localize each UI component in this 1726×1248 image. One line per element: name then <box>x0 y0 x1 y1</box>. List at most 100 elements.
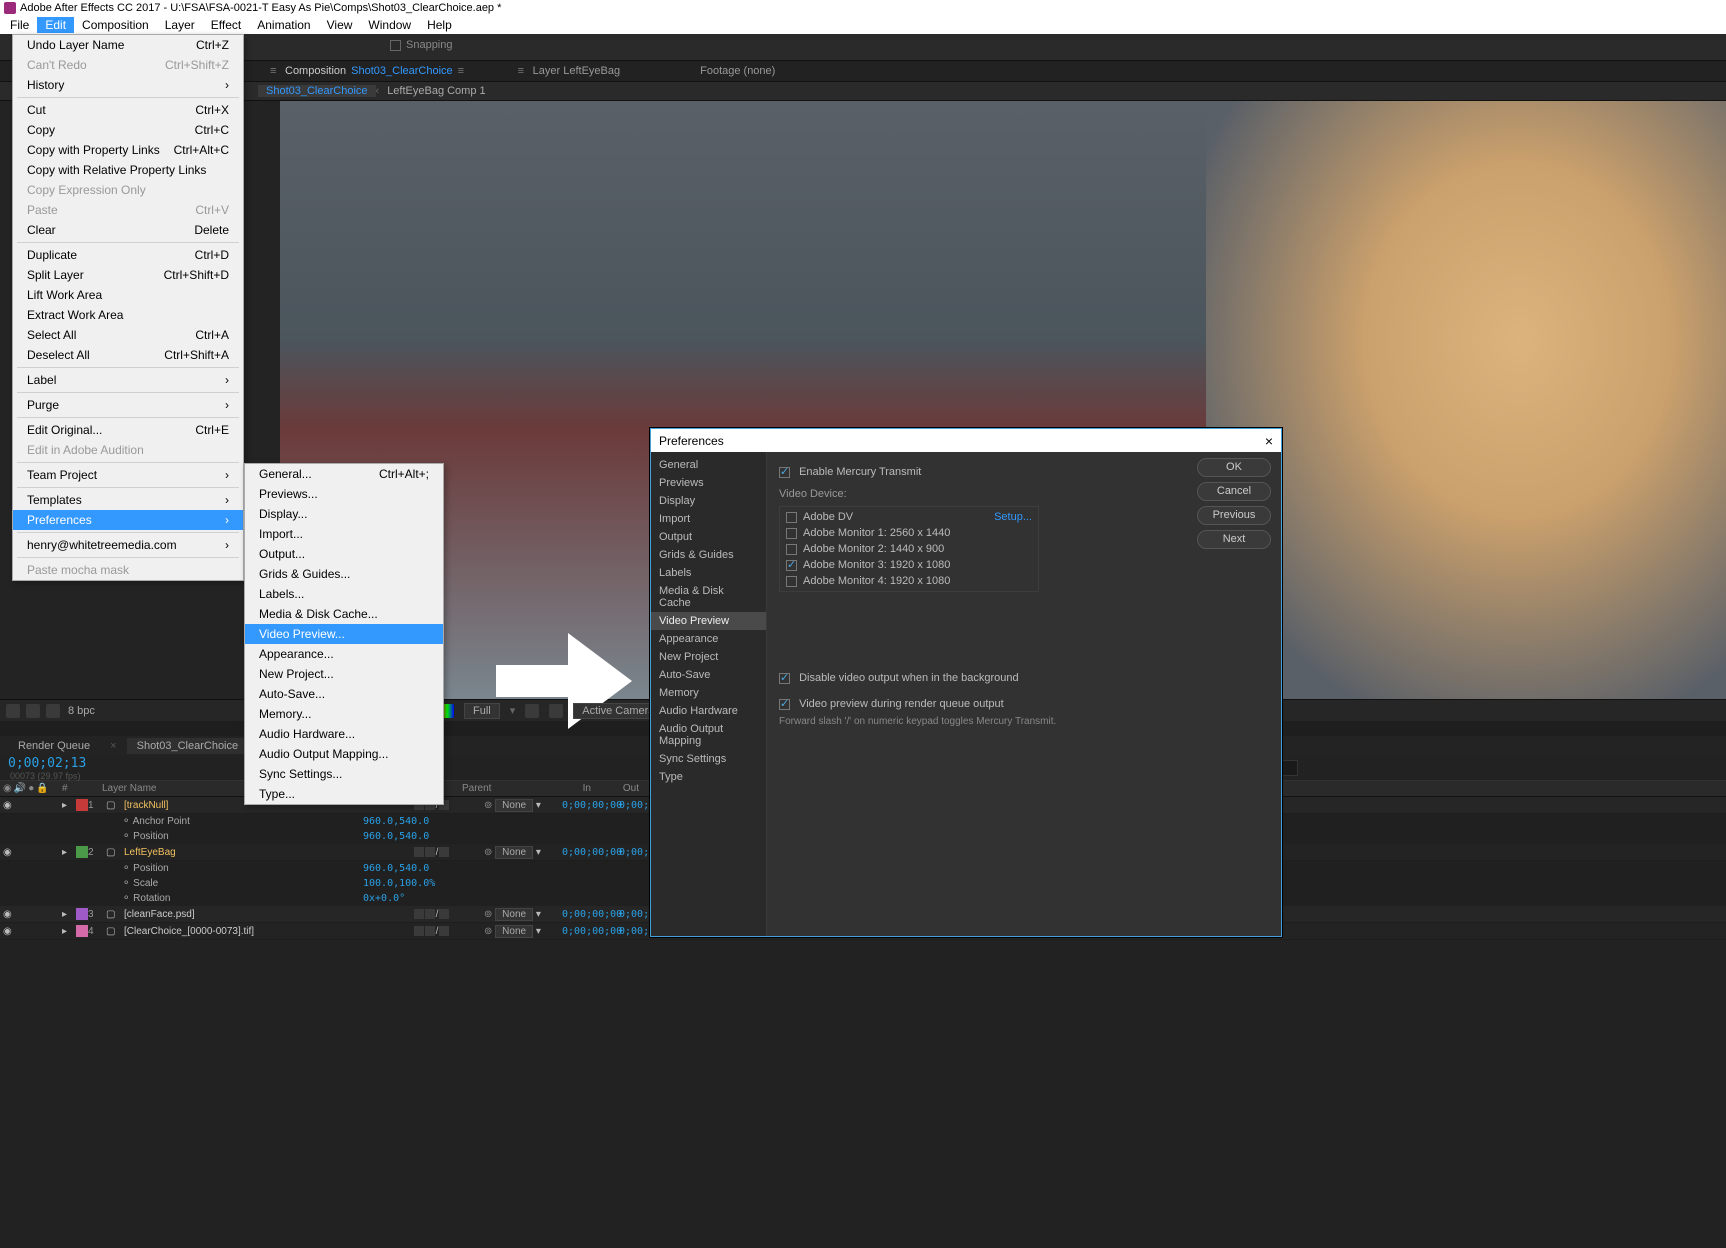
edit-menu-item[interactable]: Undo Layer NameCtrl+Z <box>13 35 243 55</box>
crumb-2[interactable]: LeftEyeBag Comp 1 <box>379 85 493 97</box>
label-swatch[interactable] <box>76 925 88 937</box>
prefs-nav-item[interactable]: Video Preview <box>651 612 766 630</box>
edit-menu-item[interactable]: History <box>13 75 243 95</box>
pref-submenu-item[interactable]: Audio Output Mapping... <box>245 744 443 764</box>
edit-menu-item[interactable]: Purge <box>13 395 243 415</box>
menu-effect[interactable]: Effect <box>203 17 249 33</box>
pref-submenu-item[interactable]: New Project... <box>245 664 443 684</box>
disable-bg-checkbox[interactable] <box>779 673 790 684</box>
prefs-nav-item[interactable]: New Project <box>651 648 766 666</box>
label-swatch[interactable] <box>76 846 88 858</box>
menu-file[interactable]: File <box>2 17 37 33</box>
edit-menu-item[interactable]: Deselect AllCtrl+Shift+A <box>13 345 243 365</box>
prefs-nav-item[interactable]: Grids & Guides <box>651 546 766 564</box>
setup-link[interactable]: Setup... <box>994 511 1032 523</box>
pref-submenu-item[interactable]: Display... <box>245 504 443 524</box>
bpc-label[interactable]: 8 bpc <box>68 705 95 717</box>
grid-icon[interactable] <box>525 704 539 718</box>
hdr-out[interactable]: Out <box>597 783 645 794</box>
edit-menu-item[interactable]: Lift Work Area <box>13 285 243 305</box>
comp-tab-name[interactable]: Shot03_ClearChoice <box>351 65 453 77</box>
prefs-nav-item[interactable]: Previews <box>651 474 766 492</box>
crumb-1[interactable]: Shot03_ClearChoice <box>258 85 376 97</box>
device-row[interactable]: Adobe Monitor 1: 2560 x 1440 <box>782 525 1036 541</box>
menu-composition[interactable]: Composition <box>74 17 157 33</box>
pref-submenu-item[interactable]: Labels... <box>245 584 443 604</box>
label-swatch[interactable] <box>76 799 88 811</box>
prefs-nav-item[interactable]: Output <box>651 528 766 546</box>
next-button[interactable]: Next <box>1197 530 1271 549</box>
device-checkbox[interactable] <box>786 576 797 587</box>
edit-menu-item[interactable]: Select AllCtrl+A <box>13 325 243 345</box>
prefs-nav-item[interactable]: Labels <box>651 564 766 582</box>
edit-menu-item[interactable]: Templates <box>13 490 243 510</box>
pref-submenu-item[interactable]: Sync Settings... <box>245 764 443 784</box>
pref-submenu-item[interactable]: Import... <box>245 524 443 544</box>
edit-menu-item[interactable]: Split LayerCtrl+Shift+D <box>13 265 243 285</box>
prefs-nav-item[interactable]: Auto-Save <box>651 666 766 684</box>
edit-menu-item[interactable]: Copy with Relative Property Links <box>13 160 243 180</box>
label-swatch[interactable] <box>76 908 88 920</box>
pref-submenu-item[interactable]: Memory... <box>245 704 443 724</box>
mask-icon[interactable] <box>549 704 563 718</box>
edit-menu-item[interactable]: DuplicateCtrl+D <box>13 245 243 265</box>
device-checkbox[interactable] <box>786 544 797 555</box>
previous-button[interactable]: Previous <box>1197 506 1271 525</box>
parent-select[interactable]: None <box>495 799 533 812</box>
edit-menu-item[interactable]: CopyCtrl+C <box>13 120 243 140</box>
device-row[interactable]: Adobe Monitor 4: 1920 x 1080 <box>782 573 1036 589</box>
visibility-toggle[interactable]: ◉ <box>3 909 12 920</box>
pref-submenu-item[interactable]: Previews... <box>245 484 443 504</box>
pref-submenu-item[interactable]: Auto-Save... <box>245 684 443 704</box>
pref-submenu-item[interactable]: Type... <box>245 784 443 804</box>
pref-submenu-item[interactable]: Video Preview... <box>245 624 443 644</box>
prefs-close-button[interactable]: × <box>1265 433 1273 449</box>
prefs-nav-item[interactable]: Audio Output Mapping <box>651 720 766 750</box>
timecode[interactable]: 0;00;02;13 <box>8 756 86 771</box>
device-row[interactable]: Adobe Monitor 3: 1920 x 1080 <box>782 557 1036 573</box>
edit-menu-item[interactable]: CutCtrl+X <box>13 100 243 120</box>
edit-menu-item[interactable]: Team Project <box>13 465 243 485</box>
preview-rq-checkbox[interactable] <box>779 699 790 710</box>
prefs-nav-item[interactable]: Sync Settings <box>651 750 766 768</box>
edit-menu-item[interactable]: Extract Work Area <box>13 305 243 325</box>
menu-help[interactable]: Help <box>419 17 460 33</box>
cancel-button[interactable]: Cancel <box>1197 482 1271 501</box>
hdr-parent[interactable]: Parent <box>456 783 540 794</box>
hdr-in[interactable]: In <box>540 783 597 794</box>
menu-view[interactable]: View <box>319 17 361 33</box>
prefs-nav-item[interactable]: Memory <box>651 684 766 702</box>
footage-tab[interactable]: Footage (none) <box>690 65 785 77</box>
comp-tab-menu-icon[interactable] <box>458 65 468 77</box>
parent-select[interactable]: None <box>495 908 533 921</box>
device-checkbox[interactable] <box>786 512 797 523</box>
prefs-nav-item[interactable]: Type <box>651 768 766 786</box>
snapping-checkbox[interactable] <box>390 40 401 51</box>
comp-icon[interactable] <box>46 704 60 718</box>
menu-layer[interactable]: Layer <box>157 17 203 33</box>
device-row[interactable]: Adobe Monitor 2: 1440 x 900 <box>782 541 1036 557</box>
folder-icon[interactable] <box>26 704 40 718</box>
prefs-nav-item[interactable]: General <box>651 456 766 474</box>
edit-menu-item[interactable]: Label <box>13 370 243 390</box>
edit-menu-item[interactable]: henry@whitetreemedia.com <box>13 535 243 555</box>
pref-submenu-item[interactable]: Output... <box>245 544 443 564</box>
zoom-select[interactable]: Full <box>464 703 500 719</box>
parent-select[interactable]: None <box>495 925 533 938</box>
enable-mercury-checkbox[interactable] <box>779 467 790 478</box>
device-checkbox[interactable] <box>786 560 797 571</box>
edit-menu-item[interactable]: Edit Original...Ctrl+E <box>13 420 243 440</box>
layer-tab-menu-icon[interactable] <box>518 65 528 77</box>
menu-animation[interactable]: Animation <box>249 17 318 33</box>
menu-window[interactable]: Window <box>360 17 419 33</box>
device-checkbox[interactable] <box>786 528 797 539</box>
panel-menu-icon[interactable] <box>270 65 280 77</box>
layer-tab[interactable]: Layer LeftEyeBag <box>508 65 630 77</box>
prefs-nav-item[interactable]: Appearance <box>651 630 766 648</box>
edit-menu-item[interactable]: Copy with Property LinksCtrl+Alt+C <box>13 140 243 160</box>
visibility-toggle[interactable]: ◉ <box>3 800 12 811</box>
visibility-toggle[interactable]: ◉ <box>3 926 12 937</box>
tab-comp[interactable]: Shot03_ClearChoice <box>127 738 249 754</box>
device-row[interactable]: Adobe DVSetup... <box>782 509 1036 525</box>
edit-menu-item[interactable]: Preferences <box>13 510 243 530</box>
